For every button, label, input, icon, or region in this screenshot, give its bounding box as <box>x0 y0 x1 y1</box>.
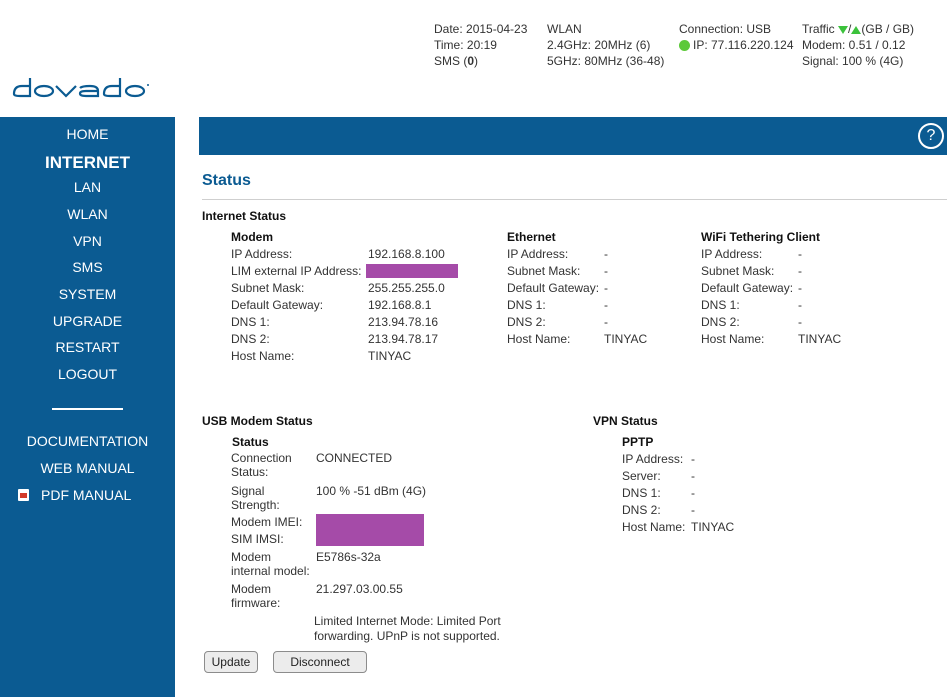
title-divider <box>202 199 947 200</box>
tab-wan[interactable]: WAN <box>409 11 437 25</box>
upload-arrow-icon <box>851 25 862 34</box>
header-signal: Signal: 100 % (4G) <box>802 54 904 68</box>
signal-strength-value: 100 % -51 dBm (4G) <box>316 484 427 498</box>
sim-imsi-label: SIM IMSI: <box>231 532 284 546</box>
sidebar-item-documentation[interactable]: DOCUMENTATION <box>0 433 175 449</box>
conn-status-label: Connection Status: <box>231 451 292 479</box>
internet-status-heading: Internet Status <box>202 209 287 223</box>
tab-connection[interactable]: Connection <box>216 11 277 25</box>
sidebar-item-internet[interactable]: INTERNET <box>0 153 175 173</box>
ethernet-values: - - - - - TINYAC <box>604 247 648 346</box>
header-modem-traffic: Modem: 0.51 / 0.12 <box>802 38 906 52</box>
sidebar-item-sms[interactable]: SMS <box>0 259 175 275</box>
pdf-icon <box>18 489 29 501</box>
vpn-values: - - - - TINYAC <box>691 452 735 534</box>
sidebar-item-restart[interactable]: RESTART <box>0 339 175 355</box>
tab-connection-tracker[interactable]: Connection Tracker <box>658 11 762 25</box>
tab-modem[interactable]: Modem <box>354 11 394 25</box>
update-button[interactable]: Update <box>204 651 258 673</box>
header-sms[interactable]: SMS (0) <box>434 53 527 69</box>
header-wlan-5: 5GHz: 80MHz (36-48) <box>547 54 665 68</box>
header-traffic: Traffic / (GB / GB) <box>802 22 915 36</box>
wifi-labels: IP Address: Subnet Mask: Default Gateway… <box>701 247 794 346</box>
usb-modem-heading: USB Modem Status <box>202 414 313 428</box>
modem-heading: Modem <box>231 230 273 244</box>
online-status-icon <box>679 40 690 51</box>
tab-status[interactable]: Status <box>295 9 338 25</box>
download-arrow-icon <box>838 25 849 34</box>
dovado-logo <box>12 78 149 98</box>
page-title: Status <box>202 172 251 189</box>
signal-strength-label: Signal Strength: <box>231 484 280 512</box>
tab-wifi-tethering[interactable]: WiFi Tethering <box>452 11 528 25</box>
internal-model-value: E5786s-32a <box>316 550 381 564</box>
disconnect-button[interactable]: Disconnect <box>273 651 367 673</box>
ethernet-heading: Ethernet <box>507 230 556 244</box>
firmware-value: 21.297.03.00.55 <box>316 582 403 596</box>
wifi-values: - - - - - TINYAC <box>798 247 842 346</box>
pptp-subheading: PPTP <box>622 435 654 449</box>
tab-dns[interactable]: DNS <box>617 11 642 25</box>
sidebar-item-web-manual[interactable]: WEB MANUAL <box>0 460 175 476</box>
modem-imei-label: Modem IMEI: <box>231 515 303 529</box>
sidebar-item-upgrade[interactable]: UPGRADE <box>0 313 175 329</box>
limited-mode-note: Limited Internet Mode: Limited Port forw… <box>314 614 501 643</box>
firmware-label: Modem firmware: <box>231 582 281 610</box>
sidebar-item-home[interactable]: HOME <box>0 126 175 142</box>
tab-scheduler[interactable]: Scheduler <box>546 11 600 25</box>
sidebar-divider <box>52 408 123 410</box>
header-traffic-block: Traffic / (GB / GB) Modem: 0.51 / 0.12 Si… <box>802 21 914 69</box>
vpn-heading: VPN Status <box>593 414 658 428</box>
sidebar-item-wlan[interactable]: WLAN <box>0 206 175 222</box>
redacted-lim-ip <box>366 264 458 278</box>
header-ip: IP: 77.116.220.124 <box>679 37 794 53</box>
sidebar-item-pdf-manual[interactable]: PDF MANUAL <box>18 487 131 503</box>
internal-model-label: Modem internal model: <box>231 550 310 578</box>
sidebar <box>0 117 175 697</box>
sidebar-item-system[interactable]: SYSTEM <box>0 286 175 302</box>
sidebar-item-logout[interactable]: LOGOUT <box>0 366 175 382</box>
sidebar-item-lan[interactable]: LAN <box>0 179 175 195</box>
header-wlan-24: 2.4GHz: 20MHz (6) <box>547 38 651 52</box>
header-time: Time: 20:19 <box>434 38 497 52</box>
sidebar-item-vpn[interactable]: VPN <box>0 233 175 249</box>
redacted-imei-imsi <box>316 514 424 546</box>
header-date-block: Date: 2015-04-23 Time: 20:19 SMS (0) <box>434 21 527 69</box>
vpn-labels: IP Address: Server: DNS 1: DNS 2: Host N… <box>622 452 686 534</box>
usb-status-subheading: Status <box>232 435 269 449</box>
header-wlan-block: WLAN 2.4GHz: 20MHz (6) 5GHz: 80MHz (36-4… <box>547 21 664 69</box>
conn-status-value: CONNECTED <box>316 451 393 465</box>
top-nav <box>199 117 947 155</box>
help-icon[interactable]: ? <box>918 123 944 149</box>
wifi-client-heading: WiFi Tethering Client <box>701 230 820 244</box>
tab-traffic[interactable]: Traffic <box>780 11 813 25</box>
header-connection-block: Connection: USB IP: 77.116.220.124 <box>679 21 794 53</box>
modem-labels: IP Address: LIM external IP Address: Sub… <box>231 247 362 363</box>
ethernet-labels: IP Address: Subnet Mask: Default Gateway… <box>507 247 600 346</box>
